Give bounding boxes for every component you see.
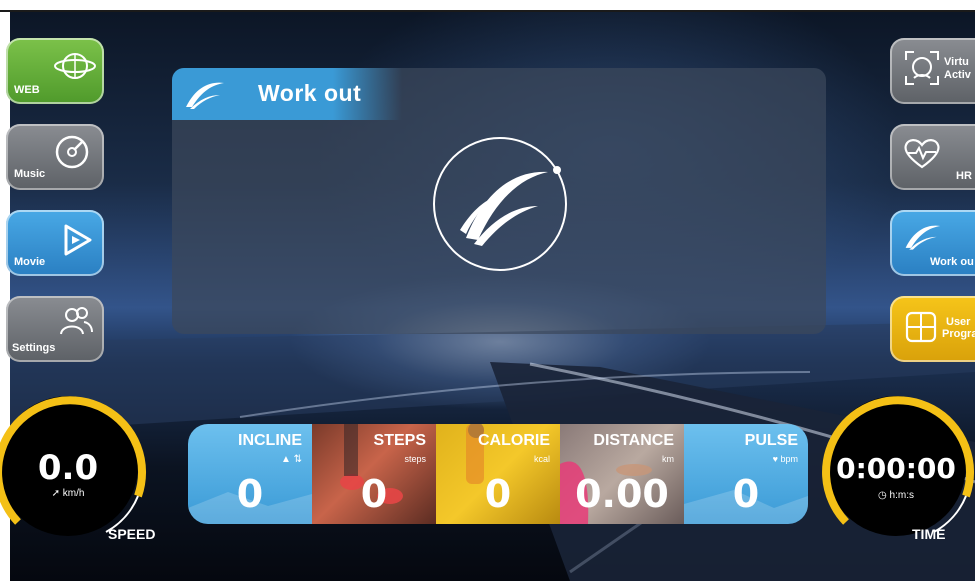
web-label: WEB — [14, 84, 40, 96]
time-gauge[interactable]: 0:00:00 ◷ h:m:s TIME — [816, 386, 975, 546]
music-disc-icon — [55, 135, 89, 169]
pulse-title: PULSE — [744, 432, 798, 449]
hr-label: HR — [956, 170, 972, 182]
settings-button[interactable]: Settings — [6, 296, 104, 362]
pulse-cell[interactable]: PULSE ♥ bpm 0 — [684, 424, 808, 524]
clock-icon: ◷ — [878, 490, 890, 501]
distance-title: DISTANCE — [593, 432, 674, 449]
panel-header-tab: Work out — [172, 68, 402, 120]
distance-unit: km — [662, 454, 674, 464]
movie-label: Movie — [14, 256, 46, 268]
center-workout-logo-icon — [433, 137, 567, 271]
movie-button[interactable]: Movie — [6, 210, 104, 276]
workout-logo-icon — [905, 225, 941, 250]
calorie-value: 0 — [484, 472, 512, 516]
workout-button[interactable]: Work ou — [890, 210, 975, 276]
speed-unit: ➚ km/h — [0, 488, 148, 499]
settings-label: Settings — [12, 342, 56, 354]
workout-logo-icon — [186, 82, 224, 109]
time-value: 0:00:00 — [836, 452, 956, 485]
speed-unit-text: km/h — [62, 488, 85, 499]
hr-button[interactable]: HR — [890, 124, 975, 190]
calorie-title: CALORIE — [478, 432, 550, 449]
calorie-unit: kcal — [533, 454, 550, 464]
panel-title: Work out — [258, 80, 362, 106]
steps-cell[interactable]: STEPS steps 0 — [312, 424, 436, 524]
users-icon — [60, 307, 93, 335]
time-caption: TIME — [912, 526, 946, 542]
user-program-button[interactable]: User Progra — [890, 296, 975, 362]
distance-value: 0.00 — [575, 472, 669, 516]
globe-icon — [54, 53, 96, 79]
pulse-unit: ♥ bpm — [773, 454, 798, 464]
user-program-label-line2: Progra — [942, 328, 975, 340]
pulse-unit-text: bpm — [780, 454, 798, 464]
play-icon — [64, 224, 92, 256]
heart-rate-icon — [904, 139, 940, 169]
time-unit-text: h:m:s — [889, 490, 914, 501]
speed-gauge[interactable]: 0.0 ➚ km/h SPEED — [0, 386, 155, 546]
music-button[interactable]: Music — [6, 124, 104, 190]
steps-value: 0 — [360, 472, 388, 516]
virtual-activity-button[interactable]: Virtu Activ — [890, 38, 975, 104]
virtual-activity-icon — [905, 51, 939, 85]
speed-caption: SPEED — [108, 526, 156, 542]
music-label: Music — [14, 168, 46, 180]
speed-unit-icon: ➚ — [51, 488, 63, 499]
time-unit: ◷ h:m:s — [816, 490, 975, 501]
incline-cell[interactable]: INCLINE ▲ ⇅ 0 — [188, 424, 312, 524]
steps-title: STEPS — [373, 432, 426, 449]
user-program-icon — [905, 311, 937, 343]
distance-cell[interactable]: DISTANCE km 0.00 — [560, 424, 684, 524]
user-program-label-line1: User — [946, 316, 971, 328]
treadmill-screen: Work out WEB Music Movie Settings Virtu … — [0, 0, 975, 581]
web-button[interactable]: WEB — [6, 38, 104, 104]
workout-label: Work ou — [930, 256, 974, 268]
incline-icon: ▲ ⇅ — [280, 454, 302, 465]
speed-value: 0.0 — [37, 448, 99, 488]
incline-value: 0 — [236, 472, 264, 516]
incline-title: INCLINE — [238, 432, 302, 449]
calorie-cell[interactable]: CALORIE kcal 0 — [436, 424, 560, 524]
virtual-activity-label-line1: Virtu — [944, 56, 969, 68]
workout-panel: Work out — [172, 68, 826, 334]
steps-unit: steps — [404, 454, 426, 464]
stats-bar: INCLINE ▲ ⇅ 0 STEPS steps 0 CALORIE kcal… — [188, 424, 808, 524]
virtual-activity-label-line2: Activ — [944, 69, 971, 81]
pulse-value: 0 — [732, 472, 760, 516]
